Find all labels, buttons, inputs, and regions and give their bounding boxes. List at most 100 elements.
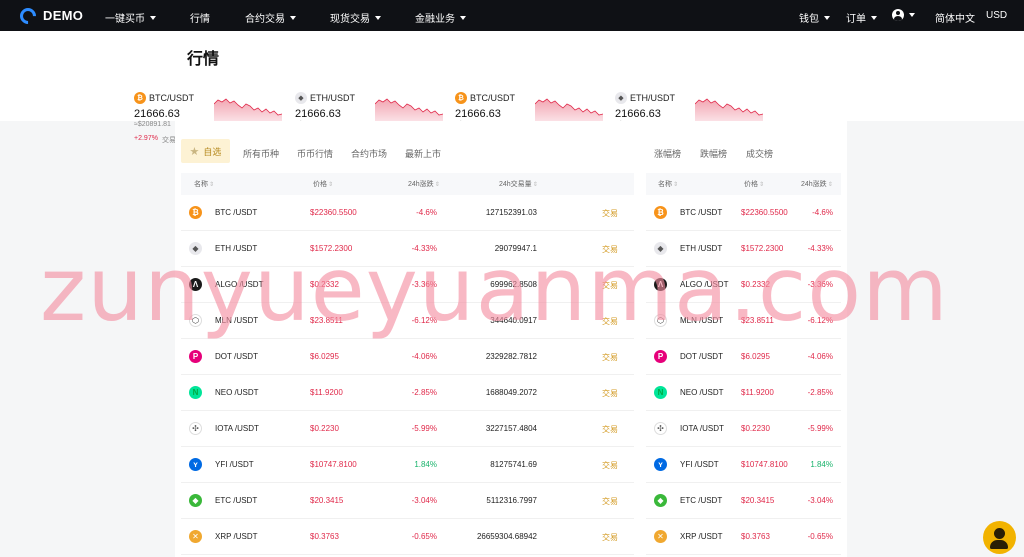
side-col-name-header[interactable]: 名称⇕ — [658, 179, 678, 189]
trade-link[interactable]: 交易 — [602, 460, 618, 471]
trade-link[interactable]: 交易 — [602, 388, 618, 399]
pair-change: -3.04% — [411, 496, 437, 505]
nav-currency[interactable]: USD — [986, 10, 1007, 21]
sort-icon: ⇕ — [759, 182, 765, 188]
brand-logo[interactable]: DEMO — [16, 4, 105, 27]
yfi-coin-icon: ʏ — [189, 458, 202, 471]
tab-top-volume[interactable]: 成交榜 — [746, 147, 773, 160]
mln-coin-icon: ⬡ — [189, 314, 202, 327]
nav-item-label: 行情 — [190, 14, 210, 25]
side-table-row[interactable]: ₿ BTC /USDT $22360.5500 -4.6% — [646, 195, 841, 231]
nav-language[interactable]: 简体中文 — [935, 10, 975, 25]
dot-coin-icon: P — [189, 350, 202, 363]
col-label: 24h涨跌 — [801, 181, 827, 188]
etc-coin-icon: ◆ — [189, 494, 202, 507]
col-volume-header[interactable]: 24h交易量⇕ — [499, 179, 538, 189]
pair-volume: 29079947.1 — [494, 244, 537, 253]
side-table-row[interactable]: ◆ ETC /USDT $20.3415 -3.04% — [646, 483, 841, 519]
pair-change: -6.12% — [807, 316, 833, 325]
pair-price: $6.0295 — [310, 352, 339, 361]
col-label: 名称 — [658, 181, 672, 188]
ticker-price: 21666.63 — [615, 108, 661, 120]
table-row[interactable]: ⬡ MLN /USDT $23.8511 -6.12% 344640.0917 交易 — [181, 303, 634, 339]
pair-change: -4.06% — [807, 352, 833, 361]
chevron-down-icon — [824, 15, 830, 20]
trade-link[interactable]: 交易 — [602, 352, 618, 363]
trade-link[interactable]: 交易 — [602, 532, 618, 543]
side-table-row[interactable]: ◆ ETH /USDT $1572.2300 -4.33% — [646, 231, 841, 267]
trade-link[interactable]: 交易 — [602, 424, 618, 435]
pair-change: -2.85% — [807, 388, 833, 397]
nav-account[interactable] — [892, 9, 915, 21]
tab-all-coins[interactable]: 所有币种 — [243, 147, 279, 160]
side-table-row[interactable]: ✕ XRP /USDT $0.3763 -0.65% — [646, 519, 841, 555]
side-table-row[interactable]: ⬡ MLN /USDT $23.8511 -6.12% — [646, 303, 841, 339]
col-price-header[interactable]: 价格⇕ — [313, 179, 333, 189]
btc-coin-icon: ₿ — [654, 206, 667, 219]
pair-change: -3.36% — [807, 280, 833, 289]
tab-favorites[interactable]: ★ 自选 — [181, 139, 230, 163]
side-table-row[interactable]: Λ ALGO /USDT $0.2332 -3.36% — [646, 267, 841, 303]
col-name-header[interactable]: 名称⇕ — [194, 179, 214, 189]
side-col-price-header[interactable]: 价格⇕ — [744, 179, 764, 189]
customer-support-button[interactable] — [983, 521, 1016, 554]
table-row[interactable]: ʏ YFI /USDT $10747.8100 1.84% 81275741.69 交易 — [181, 447, 634, 483]
pair-change: -4.33% — [807, 244, 833, 253]
tab-top-losers[interactable]: 跌幅榜 — [700, 147, 727, 160]
nav-wallet[interactable]: 钱包 — [799, 10, 830, 25]
pair-symbol: BTC /USDT — [680, 208, 723, 217]
table-row[interactable]: ◆ ETC /USDT $20.3415 -3.04% 5112316.7997 交易 — [181, 483, 634, 519]
side-table-row[interactable]: ✣ IOTA /USDT $0.2230 -5.99% — [646, 411, 841, 447]
trade-link[interactable]: 交易 — [602, 316, 618, 327]
trade-link[interactable]: 交易 — [602, 244, 618, 255]
xrp-coin-icon: ✕ — [654, 530, 667, 543]
pair-change: -0.65% — [411, 532, 437, 541]
pair-symbol: MLN /USDT — [680, 316, 724, 325]
tab-spot-markets[interactable]: 币币行情 — [297, 147, 333, 160]
table-row[interactable]: ₿ BTC /USDT $22360.5500 -4.6% 127152391.03 交易 — [181, 195, 634, 231]
pair-price: $1572.2300 — [310, 244, 353, 253]
pair-volume: 81275741.69 — [490, 460, 537, 469]
table-row[interactable]: ✣ IOTA /USDT $0.2230 -5.99% 3227157.4804 交易 — [181, 411, 634, 447]
table-row[interactable]: N NEO /USDT $11.9200 -2.85% 1688049.2072 交易 — [181, 375, 634, 411]
table-row[interactable]: Λ ALGO /USDT $0.2332 -3.36% 699962.8508 交易 — [181, 267, 634, 303]
iota-coin-icon: ✣ — [189, 422, 202, 435]
col-label: 24h涨跌 — [408, 181, 434, 188]
side-table-row[interactable]: ʏ YFI /USDT $10747.8100 1.84% — [646, 447, 841, 483]
nav-item-contracts[interactable]: 合约交易 — [245, 10, 296, 25]
table-row[interactable]: ◆ ETH /USDT $1572.2300 -4.33% 29079947.1 交易 — [181, 231, 634, 267]
nav-item-spot[interactable]: 现货交易 — [330, 10, 381, 25]
tab-contract-markets[interactable]: 合约市场 — [351, 147, 387, 160]
side-col-change-header[interactable]: 24h涨跌⇕ — [801, 179, 833, 189]
trade-link[interactable]: 交易 — [602, 280, 618, 291]
language-label: 简体中文 — [935, 14, 975, 25]
pair-price: $0.3763 — [741, 532, 770, 541]
side-table-row[interactable]: P DOT /USDT $6.0295 -4.06% — [646, 339, 841, 375]
pair-price: $6.0295 — [741, 352, 770, 361]
nav-item-label: 合约交易 — [245, 14, 285, 25]
pair-change: -3.04% — [807, 496, 833, 505]
pair-volume: 2329282.7812 — [485, 352, 537, 361]
trade-link[interactable]: 交易 — [602, 208, 618, 219]
pair-price: $22360.5500 — [310, 208, 357, 217]
chevron-down-icon — [460, 15, 466, 20]
table-row[interactable]: ✕ XRP /USDT $0.3763 -0.65% 26659304.68942 交易 — [181, 519, 634, 555]
nav-item-label: 金融业务 — [415, 14, 455, 25]
yfi-coin-icon: ʏ — [654, 458, 667, 471]
nav-item-buy-crypto[interactable]: 一键买币 — [105, 10, 156, 25]
nav-item-markets[interactable]: 行情 — [190, 10, 210, 25]
side-table-row[interactable]: N NEO /USDT $11.9200 -2.85% — [646, 375, 841, 411]
eth-coin-icon: ◆ — [295, 92, 307, 104]
nav-item-finance[interactable]: 金融业务 — [415, 10, 466, 25]
table-row[interactable]: P DOT /USDT $6.0295 -4.06% 2329282.7812 交易 — [181, 339, 634, 375]
xrp-coin-icon: ✕ — [189, 530, 202, 543]
trade-link[interactable]: 交易 — [602, 496, 618, 507]
tab-top-gainers[interactable]: 涨幅榜 — [654, 147, 681, 160]
pair-symbol: NEO /USDT — [215, 388, 259, 397]
nav-item-label: 现货交易 — [330, 14, 370, 25]
tab-new-listings[interactable]: 最新上市 — [405, 147, 441, 160]
nav-orders[interactable]: 订单 — [846, 10, 877, 25]
ticker-pair-label: ETH/USDT — [310, 93, 355, 103]
col-change-header[interactable]: 24h涨跌⇕ — [408, 179, 440, 189]
logo-icon — [16, 4, 40, 27]
